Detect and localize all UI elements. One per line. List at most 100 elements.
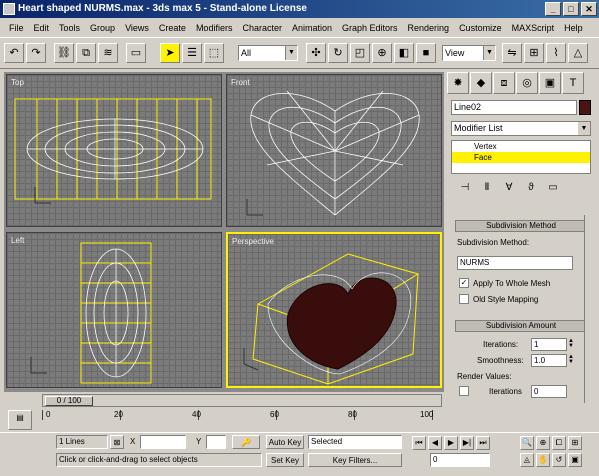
bind-space-warp-icon[interactable]: ≋ [98, 43, 118, 63]
menu-customize[interactable]: Customize [454, 23, 507, 33]
key-icon[interactable]: 🔑 [232, 435, 260, 449]
object-color-swatch[interactable] [579, 100, 591, 115]
close-button[interactable]: ✕ [581, 2, 597, 16]
iterations-value: 1 [534, 340, 539, 349]
pan-icon[interactable]: ✋ [536, 453, 550, 467]
menu-create[interactable]: Create [154, 23, 191, 33]
render-iterations-spinner[interactable]: 0 [531, 385, 567, 398]
viewport-area: Top Front Left Perspective [4, 72, 444, 392]
object-name-field[interactable]: Line02 [451, 100, 577, 115]
auto-key-button[interactable]: Auto Key [266, 435, 304, 449]
menu-rendering[interactable]: Rendering [403, 23, 455, 33]
menu-tools[interactable]: Tools [54, 23, 85, 33]
align-icon[interactable]: ⊞ [524, 43, 544, 63]
utilities-tab-icon[interactable]: T [562, 72, 584, 94]
material-editor-icon[interactable]: △ [568, 43, 588, 63]
track-bar[interactable]: 0 20 40 60 80 100 [42, 408, 442, 430]
stack-item-vertex[interactable]: Vertex [452, 141, 590, 152]
spinner-arrows-icon[interactable]: ▲ ▼ [567, 354, 575, 366]
tick-label-20: 20 [114, 410, 123, 419]
select-and-scale-icon[interactable]: ◰ [350, 43, 370, 63]
selection-set-select[interactable]: Selected [308, 435, 402, 449]
menu-group[interactable]: Group [85, 23, 120, 33]
smoothness-spinner[interactable]: 1.0 ▲ ▼ [531, 354, 574, 367]
apply-whole-mesh-checkbox[interactable]: ✓ [459, 278, 469, 288]
menu-graph-editors[interactable]: Graph Editors [337, 23, 403, 33]
zoom-all-icon[interactable]: ⊕ [536, 436, 550, 450]
max-script-listener-icon[interactable]: ▤ [8, 410, 32, 430]
motion-tab-icon[interactable]: ◎ [516, 72, 538, 94]
maximize-button[interactable]: □ [563, 2, 579, 16]
modify-tab-icon[interactable]: ◆ [470, 72, 492, 94]
key-filters-button[interactable]: Key Filters... [308, 453, 402, 467]
viewport-left[interactable]: Left [6, 232, 222, 388]
menu-views[interactable]: Views [120, 23, 154, 33]
curve-editor-icon[interactable]: ⌇ [546, 43, 566, 63]
display-tab-icon[interactable]: ▣ [539, 72, 561, 94]
hierarchy-tab-icon[interactable]: ⧈ [493, 72, 515, 94]
configure-sets-icon[interactable]: ▭ [545, 180, 561, 196]
minimize-button[interactable]: _ [545, 2, 561, 16]
lock-icon[interactable]: ⊠ [110, 435, 124, 449]
time-slider-thumb[interactable]: 0 / 100 [45, 396, 93, 406]
zoom-icon[interactable]: 🔍 [520, 436, 534, 450]
maximize-viewport-icon[interactable]: ▣ [568, 453, 582, 467]
make-unique-icon[interactable]: ∀ [501, 180, 517, 196]
previous-frame-icon[interactable]: ◀ [428, 436, 442, 450]
go-to-end-icon[interactable]: ⏭ [476, 436, 490, 450]
old-style-mapping-checkbox[interactable] [459, 294, 469, 304]
select-arrow-icon[interactable]: ➤ [160, 43, 180, 63]
iterations-spinner[interactable]: 1 ▲ ▼ [531, 338, 574, 351]
go-to-start-icon[interactable]: ⏮ [412, 436, 426, 450]
subdivision-method-rollout[interactable]: Subdivision Method [455, 220, 587, 232]
pin-stack-icon[interactable]: ⊣ [457, 180, 473, 196]
mirror-icon[interactable]: ⇋ [502, 43, 522, 63]
unlink-icon[interactable]: ⧉ [76, 43, 96, 63]
select-manipulate-icon[interactable]: ⊕ [372, 43, 392, 63]
select-link-icon[interactable]: ⛓ [54, 43, 74, 63]
subdivision-method-select[interactable]: NURMS [457, 256, 573, 270]
selection-region-icon[interactable]: ⬚ [204, 43, 224, 63]
redo-icon[interactable]: ↷ [26, 43, 46, 63]
play-icon[interactable]: ▶ [444, 436, 458, 450]
viewport-perspective[interactable]: Perspective [226, 232, 442, 388]
reference-coord-select[interactable]: View ▼ [442, 45, 496, 61]
select-and-move-icon[interactable]: ✣ [306, 43, 326, 63]
viewport-top[interactable]: Top [6, 74, 222, 227]
show-end-result-icon[interactable]: Ⅱ [479, 180, 495, 196]
angle-snap-icon[interactable]: ■ [416, 43, 436, 63]
x-coordinate-field[interactable] [140, 435, 186, 449]
set-key-button[interactable]: Set Key [266, 453, 304, 467]
select-by-name-icon[interactable]: ☰ [182, 43, 202, 63]
snap-icon[interactable]: ◧ [394, 43, 414, 63]
render-iterations-checkbox[interactable] [459, 386, 469, 396]
next-frame-icon[interactable]: ▶| [460, 436, 474, 450]
remove-modifier-icon[interactable]: ϑ [523, 180, 539, 196]
menu-character[interactable]: Character [237, 23, 287, 33]
arc-rotate-icon[interactable]: ↺ [552, 453, 566, 467]
select-and-rotate-icon[interactable]: ↻ [328, 43, 348, 63]
create-tab-icon[interactable]: ✸ [447, 72, 469, 94]
modifier-list-select[interactable]: Modifier List ▼ [451, 121, 591, 136]
spinner-arrows-icon[interactable]: ▲ ▼ [567, 338, 575, 350]
menu-file[interactable]: File [4, 23, 29, 33]
time-slider[interactable]: 0 / 100 [42, 394, 442, 407]
menu-animation[interactable]: Animation [287, 23, 337, 33]
select-object-icon[interactable]: ▭ [126, 43, 146, 63]
zoom-extents-icon[interactable]: ⧠ [552, 436, 566, 450]
subdivision-amount-rollout[interactable]: Subdivision Amount [455, 320, 587, 332]
undo-icon[interactable]: ↶ [4, 43, 24, 63]
tick-label-80: 80 [348, 410, 357, 419]
zoom-extents-all-icon[interactable]: ⊞ [568, 436, 582, 450]
menu-modifiers[interactable]: Modifiers [191, 23, 238, 33]
y-coordinate-field[interactable] [206, 435, 226, 449]
stack-item-face[interactable]: Face [452, 152, 590, 163]
field-of-view-icon[interactable]: ◬ [520, 453, 534, 467]
current-frame-field[interactable]: 0 [430, 453, 490, 467]
menu-edit[interactable]: Edit [29, 23, 55, 33]
menu-maxscript[interactable]: MAXScript [507, 23, 560, 33]
menu-help[interactable]: Help [559, 23, 588, 33]
command-panel-scrollbar[interactable] [584, 215, 594, 403]
viewport-front[interactable]: Front [226, 74, 442, 227]
selection-filter-select[interactable]: All ▼ [238, 45, 298, 61]
